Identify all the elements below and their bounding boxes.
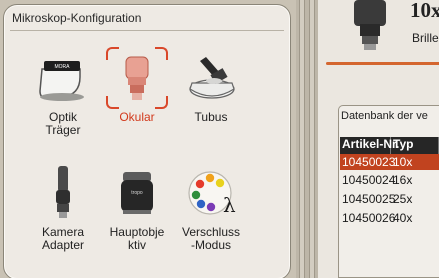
table-row[interactable]: 10450023 10x bbox=[340, 154, 439, 170]
detail-panel: 10x Brille Datenbank der ve Artikel-Nr. … bbox=[318, 0, 439, 278]
tile-label: Hauptobje ktiv bbox=[109, 225, 165, 252]
cell-article: 10450023 bbox=[342, 155, 396, 169]
table-row[interactable]: 10450024 16x bbox=[340, 170, 439, 189]
database-title: Datenbank der ve bbox=[341, 110, 428, 122]
tile-label: Kamera Adapter bbox=[41, 225, 85, 252]
tile-kamera-adapter[interactable]: Kamera Adapter bbox=[26, 162, 100, 252]
detail-title: 10x bbox=[410, 0, 439, 22]
color-wheel-lambda-icon: λ bbox=[180, 162, 242, 224]
title-divider bbox=[10, 30, 284, 31]
cell-type: 10x bbox=[393, 155, 413, 169]
tile-verschluss-modus[interactable]: λ Verschluss -Modus bbox=[174, 162, 248, 252]
tile-hauptobjektiv[interactable]: tropo Hauptobje ktiv bbox=[100, 162, 174, 252]
config-panel-title: Mikroskop-Konfiguration bbox=[12, 11, 142, 25]
eyepiece-icon bbox=[106, 47, 168, 109]
article-table: Artikel-Nr. Typ 10450023 10x 10450024 16… bbox=[340, 137, 439, 227]
tile-label: Okular bbox=[119, 110, 155, 124]
panel-splitter[interactable] bbox=[296, 0, 318, 278]
tube-icon bbox=[180, 47, 242, 109]
svg-text:λ: λ bbox=[223, 193, 236, 217]
stage-icon: MORA bbox=[32, 47, 94, 109]
eyepiece-preview-icon bbox=[354, 0, 386, 50]
svg-text:MORA: MORA bbox=[55, 64, 71, 70]
tile-okular[interactable]: Okular bbox=[100, 47, 174, 124]
cell-type: 40x bbox=[393, 210, 413, 225]
tile-optik-traeger[interactable]: MORA Optik Träger bbox=[26, 47, 100, 137]
tile-tubus[interactable]: Tubus bbox=[174, 47, 248, 124]
tile-label: Optik Träger bbox=[45, 110, 81, 137]
cell-article: 10450025 bbox=[342, 191, 396, 206]
splitter-bar bbox=[309, 0, 315, 278]
tile-label: Verschluss -Modus bbox=[181, 225, 241, 252]
accent-divider bbox=[326, 62, 439, 65]
tile-label: Tubus bbox=[194, 110, 228, 124]
camera-adapter-icon bbox=[32, 162, 94, 224]
splitter-bar bbox=[299, 0, 305, 278]
table-row[interactable]: 10450025 25x bbox=[340, 189, 439, 208]
config-panel: Mikroskop-Konfiguration MORA Optik Träge… bbox=[3, 4, 291, 278]
detail-header: 10x Brille bbox=[318, 0, 439, 62]
cell-article: 10450026 bbox=[342, 210, 396, 225]
table-header: Artikel-Nr. Typ bbox=[340, 137, 439, 154]
cell-type: 25x bbox=[393, 191, 413, 206]
detail-subtitle: Brille bbox=[412, 31, 439, 45]
svg-text:tropo: tropo bbox=[131, 190, 143, 196]
column-header-article[interactable]: Artikel-Nr. bbox=[340, 137, 399, 154]
column-header-type[interactable]: Typ bbox=[391, 137, 439, 154]
cell-type: 16x bbox=[393, 172, 413, 187]
main-objective-icon: tropo bbox=[106, 162, 168, 224]
cell-article: 10450024 bbox=[342, 172, 396, 187]
table-row[interactable]: 10450026 40x bbox=[340, 208, 439, 227]
